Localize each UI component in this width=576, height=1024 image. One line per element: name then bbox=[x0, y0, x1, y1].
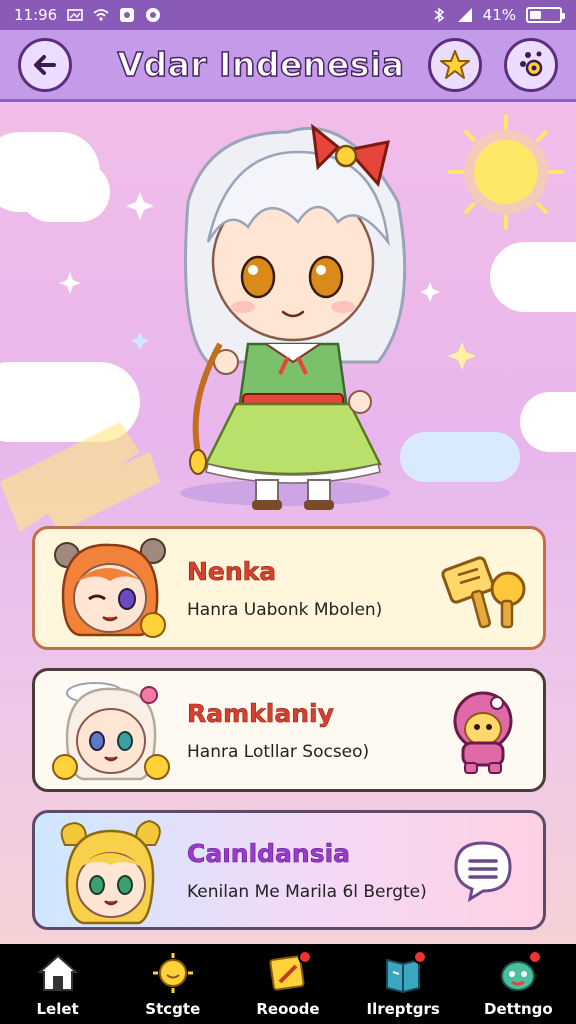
card-name: Ramklaniy bbox=[187, 698, 335, 728]
calndansia-avatar bbox=[60, 819, 161, 925]
dots-settings-icon bbox=[520, 51, 543, 76]
character-scene: Nenka Hanra Uabonk Mbolen) Ramklaniy Han… bbox=[0, 102, 576, 944]
nav-label: Dettngo bbox=[484, 1000, 553, 1018]
app-header: Vdar Indenesia bbox=[0, 30, 576, 102]
card-name: Nenka bbox=[187, 556, 277, 586]
home-icon bbox=[36, 954, 79, 991]
character-card-calndansia[interactable]: Caınldansia Kenilan Me Marila 6l Bergte) bbox=[32, 810, 546, 930]
card-action-1[interactable] bbox=[437, 542, 529, 634]
battery-icon bbox=[526, 7, 565, 23]
chat-bubble-icon bbox=[454, 841, 512, 903]
character-card-ramklaniy[interactable]: Ramklaniy Hanra Lotllar Socseo) bbox=[32, 668, 546, 792]
card-action-2[interactable] bbox=[437, 684, 529, 776]
nav-item-stcgte[interactable]: Stcgte bbox=[123, 952, 223, 1018]
signal-icon bbox=[457, 8, 472, 22]
scroll-hammer-icon bbox=[441, 556, 526, 629]
ramklaniy-avatar bbox=[52, 682, 170, 781]
nav-item-reoode[interactable]: Reoode bbox=[238, 950, 338, 1018]
bottom-navigation: Lelet Stcgte Reoode Ilreptgrs Dettngo bbox=[0, 944, 576, 1024]
card-subtitle: Hanra Lotllar Socseo) bbox=[187, 741, 370, 762]
app-icon bbox=[120, 8, 135, 22]
nav-label: Ilreptgrs bbox=[366, 1000, 440, 1018]
star-icon bbox=[440, 49, 470, 79]
nav-item-dettngo[interactable]: Dettngo bbox=[468, 950, 568, 1018]
character-card-nenka[interactable]: Nenka Hanra Uabonk Mbolen) bbox=[32, 526, 546, 650]
nav-label: Lelet bbox=[36, 1000, 79, 1018]
back-button[interactable] bbox=[18, 37, 72, 92]
battery-text: 41% bbox=[482, 6, 516, 24]
card-subtitle: Hanra Uabonk Mbolen) bbox=[187, 599, 383, 620]
card-name: Caınldansia bbox=[187, 838, 351, 868]
anime-girl-illustration bbox=[184, 123, 407, 510]
battery-fill bbox=[530, 11, 542, 19]
wifi-icon bbox=[93, 9, 109, 21]
notification-badge bbox=[297, 950, 312, 964]
nav-item-home[interactable]: Lelet bbox=[8, 952, 108, 1018]
status-time: 11:96 bbox=[14, 6, 58, 24]
card-subtitle: Kenilan Me Marila 6l Bergte) bbox=[187, 881, 427, 902]
nav-label: Stcgte bbox=[145, 1000, 201, 1018]
bluetooth-icon bbox=[434, 7, 444, 23]
nav-label: Reoode bbox=[256, 1000, 320, 1018]
settings-button[interactable] bbox=[504, 37, 558, 92]
sun-smile-icon bbox=[152, 953, 193, 993]
favorite-button[interactable] bbox=[428, 37, 482, 92]
gallery-icon bbox=[67, 9, 84, 21]
app2-icon bbox=[146, 8, 161, 22]
pink-creature-icon bbox=[453, 691, 513, 774]
status-bar: 11:96 41% bbox=[0, 0, 576, 30]
card-action-3[interactable] bbox=[437, 824, 529, 916]
nenka-avatar bbox=[54, 538, 166, 638]
nav-item-ilreptgrs[interactable]: Ilreptgrs bbox=[353, 950, 453, 1018]
page-title: Vdar Indenesia bbox=[117, 44, 405, 85]
back-arrow-icon bbox=[34, 54, 56, 75]
